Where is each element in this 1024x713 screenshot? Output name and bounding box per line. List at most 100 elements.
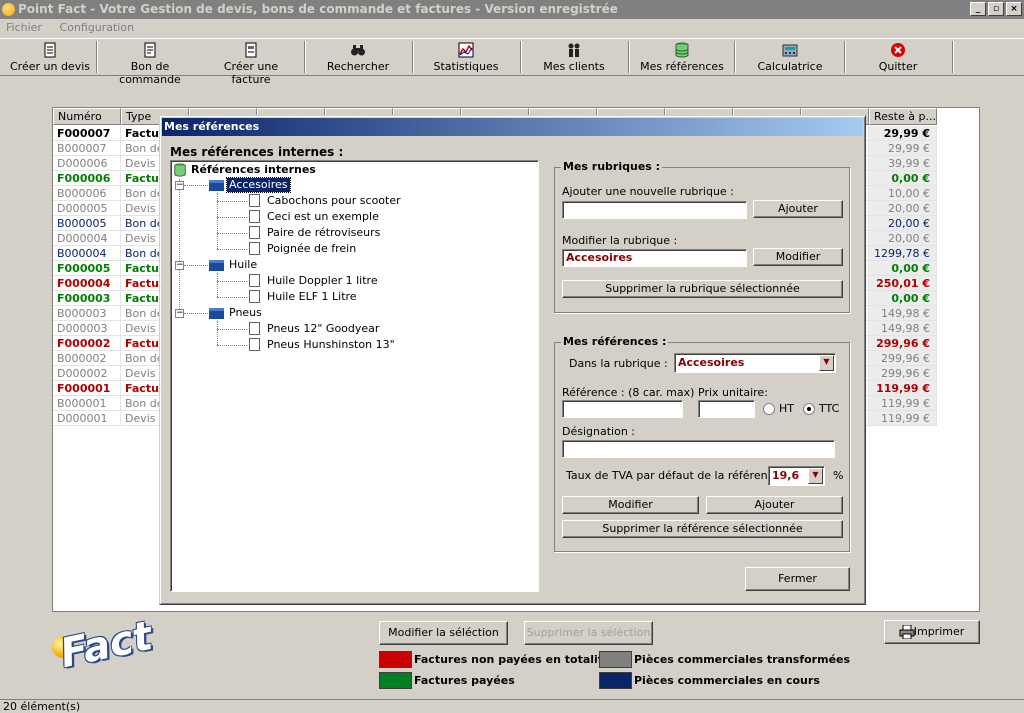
tree-line [217,233,247,234]
toolbar-separator [952,41,954,73]
tree-item[interactable]: Poignée de frein [267,242,356,256]
statistics-button[interactable]: Statistiques [418,39,514,75]
create-quote-button[interactable]: Créer un devis [6,39,94,75]
cell-numero: B000004 [53,246,121,261]
tree-item[interactable]: Cabochons pour scooter [267,194,401,208]
tree-line [217,273,218,297]
cell-reste: 29,99 € [869,141,937,156]
menu-fichier[interactable]: Fichier [6,21,42,34]
tree-heading: Mes références internes : [170,145,344,159]
tree-collapse-toggle[interactable]: − [175,181,184,190]
cell-numero: B000001 [53,396,121,411]
tree-folder-huile[interactable]: Huile [229,258,257,272]
print-button[interactable]: Imprimer [884,620,980,644]
ttc-radio[interactable] [803,403,815,415]
delete-selection-button[interactable]: Supprimer la séléction [524,621,653,645]
maximize-button[interactable]: ▫ [988,2,1004,16]
ht-label: HT [779,402,794,415]
cell-reste: 0,00 € [869,261,937,276]
close-window-button[interactable]: × [1006,2,1022,16]
order-form-button[interactable]: Bon de commande [100,39,200,86]
col-header-numero[interactable]: Numéro [53,108,121,125]
toolbar-separator [304,41,306,73]
toolbar-separator [628,41,630,73]
reference-input[interactable] [562,400,683,418]
tree-line [217,281,247,282]
tree-line [184,265,208,266]
price-input[interactable] [698,400,755,418]
tree-item[interactable]: Paire de rétroviseurs [267,226,380,240]
tree-folder-pneus[interactable]: Pneus [229,306,262,320]
chevron-down-icon[interactable]: ▼ [819,355,834,371]
toolbar-separator [734,41,736,73]
document-icon [249,226,260,239]
cell-numero: D000001 [53,411,121,426]
tva-select[interactable]: 19,6 ▼ [768,466,825,486]
quit-icon [891,43,905,57]
tree-item[interactable]: Huile ELF 1 Litre [267,290,357,304]
tree-root[interactable]: Références internes [191,163,316,177]
modify-selection-button[interactable]: Modifier la séléction [379,621,508,645]
cell-reste: 39,99 € [869,156,937,171]
modify-rubrique-input[interactable]: Accesoires [562,249,747,267]
toolbar-separator [844,41,846,73]
add-rubrique-input[interactable] [562,201,747,219]
cell-reste: 20,00 € [869,216,937,231]
create-invoice-button[interactable]: Créer une facture [203,39,299,86]
window-title-bar[interactable]: Point Fact - Votre Gestion de devis, bon… [0,0,1024,19]
delete-rubrique-button[interactable]: Supprimer la rubrique sélectionnée [562,280,843,298]
tree-folder-accesoires[interactable]: Accesoires [226,177,291,193]
quit-button[interactable]: Quitter [850,39,946,75]
price-label: Prix unitaire: [698,386,768,399]
search-button[interactable]: Rechercher [310,39,406,75]
cell-reste: 20,00 € [869,231,937,246]
tree-collapse-toggle[interactable]: − [175,261,184,270]
menu-configuration[interactable]: Configuration [59,21,134,34]
document-icon [249,210,260,223]
status-count: 20 élément(s) [3,700,81,713]
chevron-down-icon[interactable]: ▼ [808,468,823,484]
close-dialog-button[interactable]: Fermer [745,567,850,591]
modify-reference-button[interactable]: Modifier [562,496,699,514]
designation-input[interactable] [562,440,835,458]
cell-numero: B000005 [53,216,121,231]
add-rubrique-button[interactable]: Ajouter [753,200,843,218]
add-rubrique-label: Ajouter une nouvelle rubrique : [562,185,734,198]
my-clients-button[interactable]: Mes clients [526,39,622,75]
calculator-button[interactable]: Calculatrice [740,39,840,75]
tree-collapse-toggle[interactable]: − [175,309,184,318]
rubriques-group: Mes rubriques : Ajouter une nouvelle rub… [554,160,850,313]
folder-icon [209,180,224,191]
minimize-button[interactable]: _ [970,2,986,16]
modify-rubrique-button[interactable]: Modifier [753,248,843,266]
people-icon [568,43,580,57]
cell-numero: B000002 [53,351,121,366]
legend-paid: Factures payées [379,672,515,689]
my-references-button[interactable]: Mes références [634,39,730,75]
references-legend: Mes références : [561,335,669,348]
app-icon [2,3,15,16]
rubrique-select[interactable]: Accesoires ▼ [674,353,836,373]
cell-reste: 10,00 € [869,186,937,201]
tree-item[interactable]: Huile Doppler 1 litre [267,274,378,288]
modify-rubrique-label: Modifier la rubrique : [562,234,678,247]
cell-reste: 1299,78 € [869,246,937,261]
dialog-title[interactable]: Mes références [162,118,863,136]
tree-line [217,217,247,218]
tree-item[interactable]: Pneus Hunshinston 13" [267,338,395,352]
ht-radio[interactable] [763,403,775,415]
document-icon [249,322,260,335]
cell-reste: 149,98 € [869,321,937,336]
database-icon [174,163,186,177]
col-header-reste[interactable]: Reste à p... [869,108,937,125]
tree-item[interactable]: Pneus 12" Goodyear [267,322,379,336]
references-tree[interactable]: Références internes − Accesoires Cabocho… [170,160,539,592]
designation-label: Désignation : [562,425,635,438]
legend-transformed: Pièces commerciales transformées [599,651,850,668]
delete-reference-button[interactable]: Supprimer la référence sélectionnée [562,520,843,538]
tree-item[interactable]: Ceci est un exemple [267,210,379,224]
folder-icon [209,260,224,271]
add-reference-button[interactable]: Ajouter [706,496,843,514]
logo-text: Fact [56,612,157,678]
cell-numero: D000005 [53,201,121,216]
